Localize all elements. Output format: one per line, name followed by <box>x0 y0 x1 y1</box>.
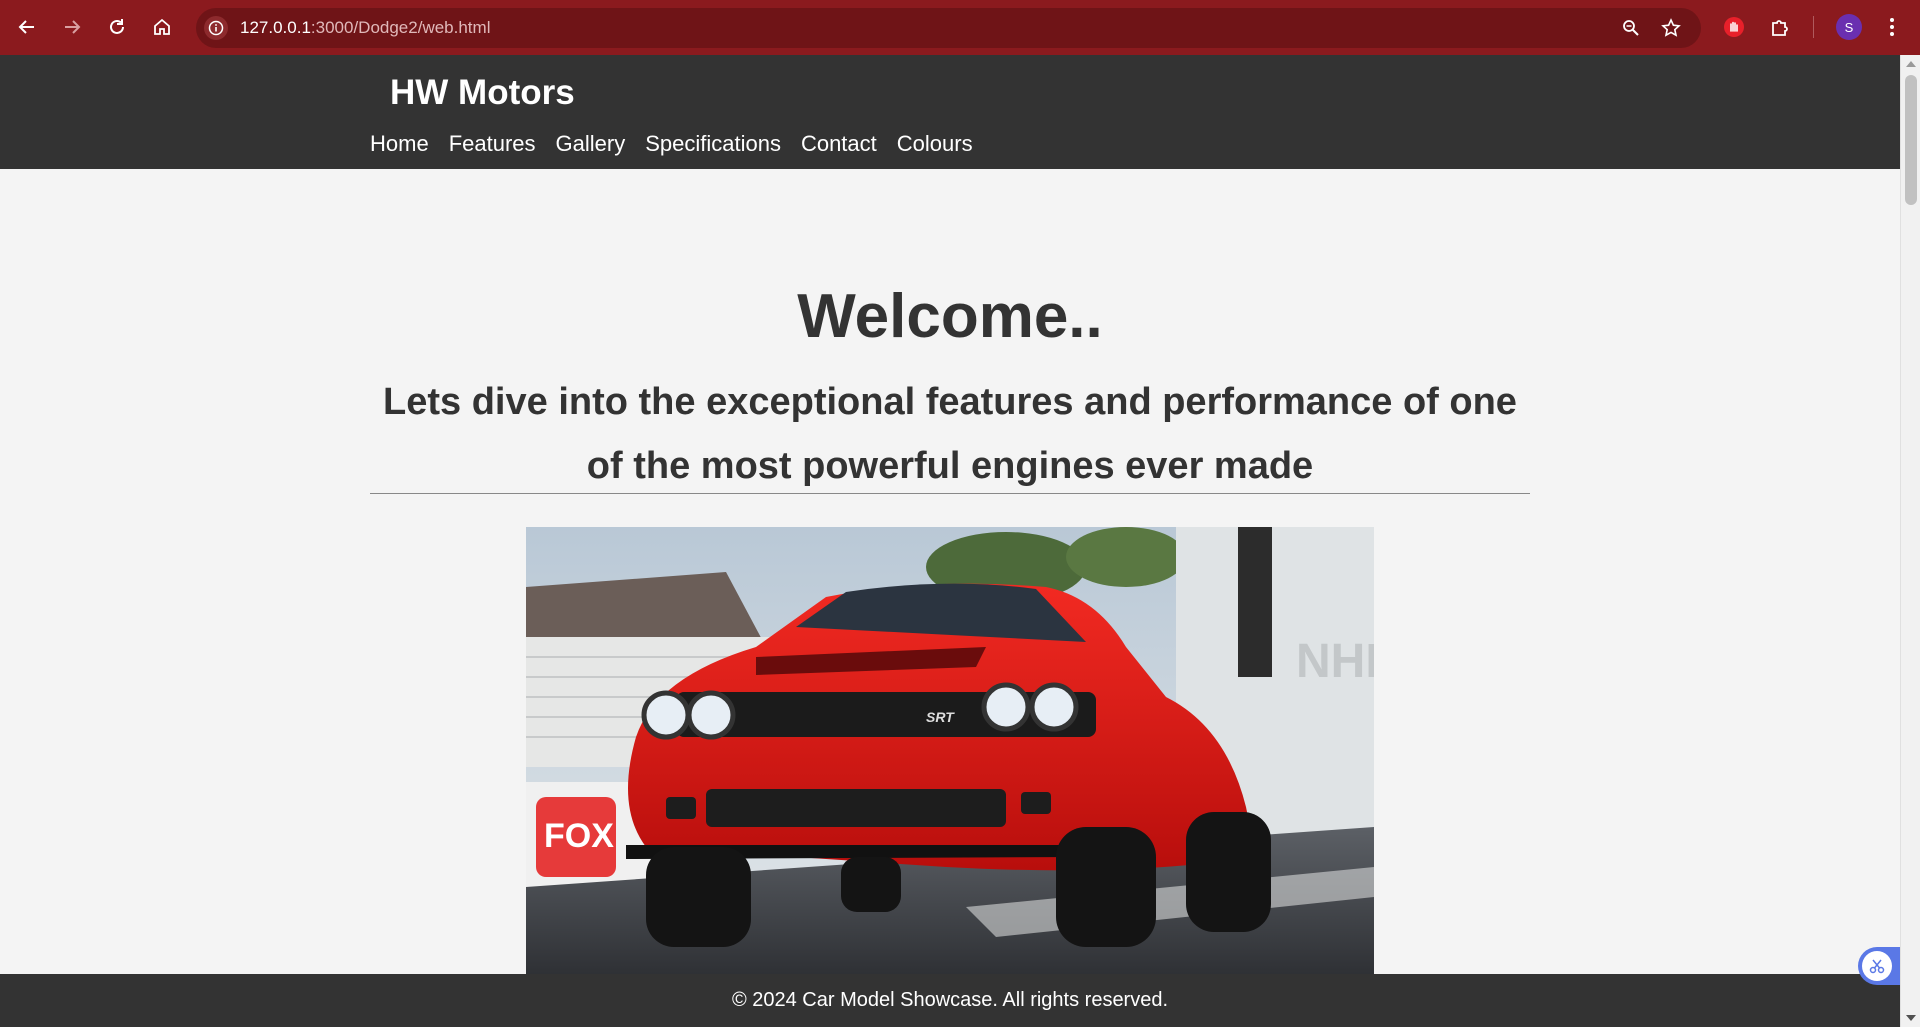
kebab-menu-icon <box>1890 18 1894 36</box>
browser-toolbar: 127.0.0.1:3000/Dodge2/web.html S <box>0 0 1920 55</box>
footer-copyright: © 2024 Car Model Showcase. All rights re… <box>731 989 1169 1011</box>
scissors-icon <box>1862 951 1892 981</box>
site-info-button[interactable] <box>204 16 228 40</box>
site-header: HW Motors Home Features Gallery Specific… <box>0 55 1900 169</box>
browser-menu-button[interactable] <box>1877 12 1907 42</box>
url-host: 127.0.0.1 <box>240 18 311 37</box>
url-text[interactable]: 127.0.0.1:3000/Dodge2/web.html <box>240 18 490 38</box>
intro-heading: Lets dive into the exceptional features … <box>383 381 1517 487</box>
vertical-scrollbar[interactable] <box>1900 55 1920 1027</box>
zoom-button[interactable] <box>1619 16 1643 40</box>
site-logo[interactable]: HW Motors <box>390 73 575 113</box>
back-button[interactable] <box>10 10 44 44</box>
hand-extension-icon <box>1724 17 1744 37</box>
forward-arrow-icon <box>65 20 81 34</box>
star-icon <box>1661 18 1681 37</box>
main-nav: Home Features Gallery Specifications Con… <box>370 131 993 157</box>
nav-colours[interactable]: Colours <box>897 131 973 157</box>
site-footer: © 2024 Car Model Showcase. All rights re… <box>0 974 1900 1027</box>
nav-specifications[interactable]: Specifications <box>645 131 781 157</box>
svg-text:FOX: FOX <box>544 817 614 855</box>
red-car-illustration: NHR FOX SRT <box>526 527 1374 977</box>
forward-button[interactable] <box>55 10 89 44</box>
welcome-heading: Welcome.. <box>797 282 1103 351</box>
scroll-up-arrow-icon[interactable] <box>1906 61 1916 67</box>
section-divider <box>370 493 1530 494</box>
scroll-down-arrow-icon[interactable] <box>1906 1015 1916 1021</box>
home-button[interactable] <box>145 10 179 44</box>
svg-text:NHR: NHR <box>1296 635 1374 688</box>
reload-button[interactable] <box>100 10 134 44</box>
reload-icon <box>110 19 124 34</box>
extension-hand-button[interactable] <box>1719 12 1749 42</box>
floating-extension-widget[interactable] <box>1858 947 1900 985</box>
nav-contact[interactable]: Contact <box>801 131 877 157</box>
nav-features[interactable]: Features <box>449 131 536 157</box>
svg-text:SRT: SRT <box>926 709 955 725</box>
site-info-icon <box>208 20 224 36</box>
address-bar[interactable]: 127.0.0.1:3000/Dodge2/web.html <box>196 8 1701 48</box>
nav-gallery[interactable]: Gallery <box>556 131 626 157</box>
zoom-icon <box>1623 20 1639 36</box>
bookmark-button[interactable] <box>1659 16 1683 40</box>
puzzle-icon <box>1772 20 1788 36</box>
scrollbar-thumb[interactable] <box>1905 75 1917 205</box>
extensions-button[interactable] <box>1765 12 1795 42</box>
home-icon <box>154 18 170 35</box>
back-arrow-icon <box>18 20 34 34</box>
url-path: :3000/Dodge2/web.html <box>310 18 491 37</box>
nav-home[interactable]: Home <box>370 131 429 157</box>
hero-car-image: NHR FOX SRT <box>526 527 1374 977</box>
profile-avatar[interactable]: S <box>1836 14 1862 40</box>
page-viewport: HW Motors Home Features Gallery Specific… <box>0 55 1900 1027</box>
toolbar-separator <box>1813 16 1814 38</box>
